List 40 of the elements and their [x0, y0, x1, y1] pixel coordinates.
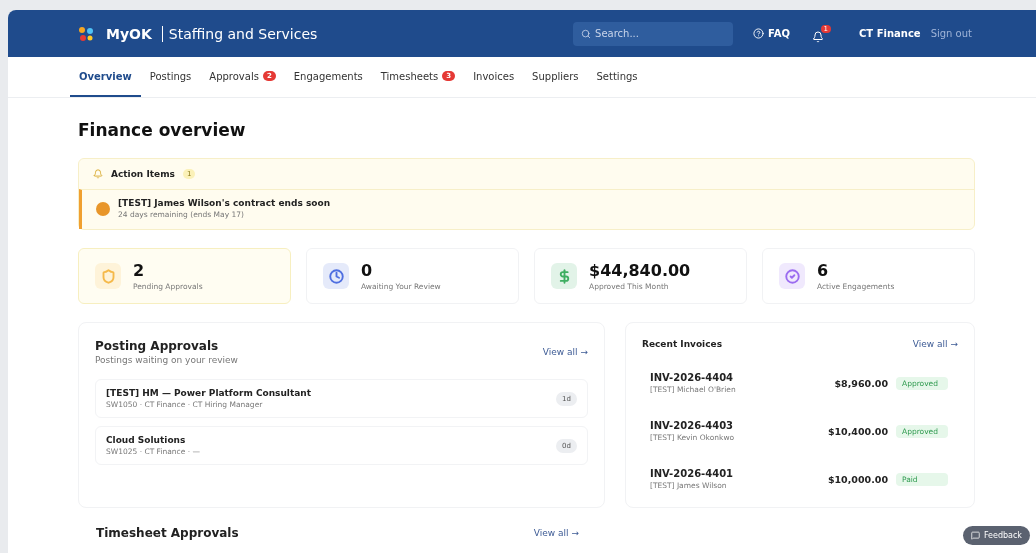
view-all-link[interactable]: View all → — [912, 339, 958, 349]
sign-out-link[interactable]: Sign out — [930, 28, 972, 39]
posting-title: Cloud Solutions — [106, 435, 187, 445]
invoice-number: INV-2026-4404 — [650, 372, 735, 383]
panel-title: Action Items — [111, 169, 175, 179]
nav-tab[interactable]: Overview — [70, 57, 141, 97]
stat-value: $44,840.00 — [589, 261, 691, 280]
brand-name: MyOK — [106, 25, 152, 42]
panel-title: Posting Approvals — [95, 339, 220, 353]
invoice-amount: $10,400.00 — [827, 425, 888, 437]
nav-tab[interactable]: Engagements — [284, 57, 372, 97]
help-icon — [753, 28, 765, 39]
action-title: [TEST] James Wilson's contract ends soon — [118, 198, 331, 208]
search-field[interactable]: Search... — [573, 21, 734, 46]
view-all-link[interactable]: View all → — [542, 347, 588, 357]
nav-tab[interactable]: Postings — [140, 57, 201, 97]
chat-icon — [970, 531, 980, 540]
bell-icon — [812, 30, 824, 43]
panel-title: Recent Invoices — [642, 339, 722, 349]
app-subtitle: Staffing and Services — [161, 25, 318, 42]
feedback-button[interactable]: Feedback — [962, 526, 1030, 545]
nav-tab[interactable]: Invoices — [464, 57, 524, 97]
user-name: CT Finance — [859, 28, 921, 39]
view-all-link[interactable]: View all → — [533, 528, 579, 538]
invoice-amount: $8,960.00 — [834, 377, 888, 389]
posting-title: [TEST] HM — Power Platform Consultant — [106, 388, 312, 398]
invoice-number: INV-2026-4403 — [650, 420, 735, 431]
stat-value: 6 — [817, 261, 830, 280]
nav-tab[interactable]: Settings — [587, 57, 647, 97]
nav-tab[interactable]: Suppliers — [523, 57, 588, 97]
page-title: Finance overview — [78, 120, 247, 140]
invoice-number: INV-2026-4401 — [650, 468, 734, 479]
faq-link[interactable]: FAQ — [753, 28, 790, 39]
invoice-amount: $10,000.00 — [827, 473, 888, 485]
alert-icon — [96, 201, 110, 216]
stat-value: 0 — [361, 261, 374, 280]
section-title: Timesheet Approvals — [96, 526, 239, 540]
stat-value: 2 — [133, 261, 146, 280]
panel-subtitle: Postings waiting on your review — [95, 355, 238, 365]
bell-icon — [93, 169, 103, 179]
